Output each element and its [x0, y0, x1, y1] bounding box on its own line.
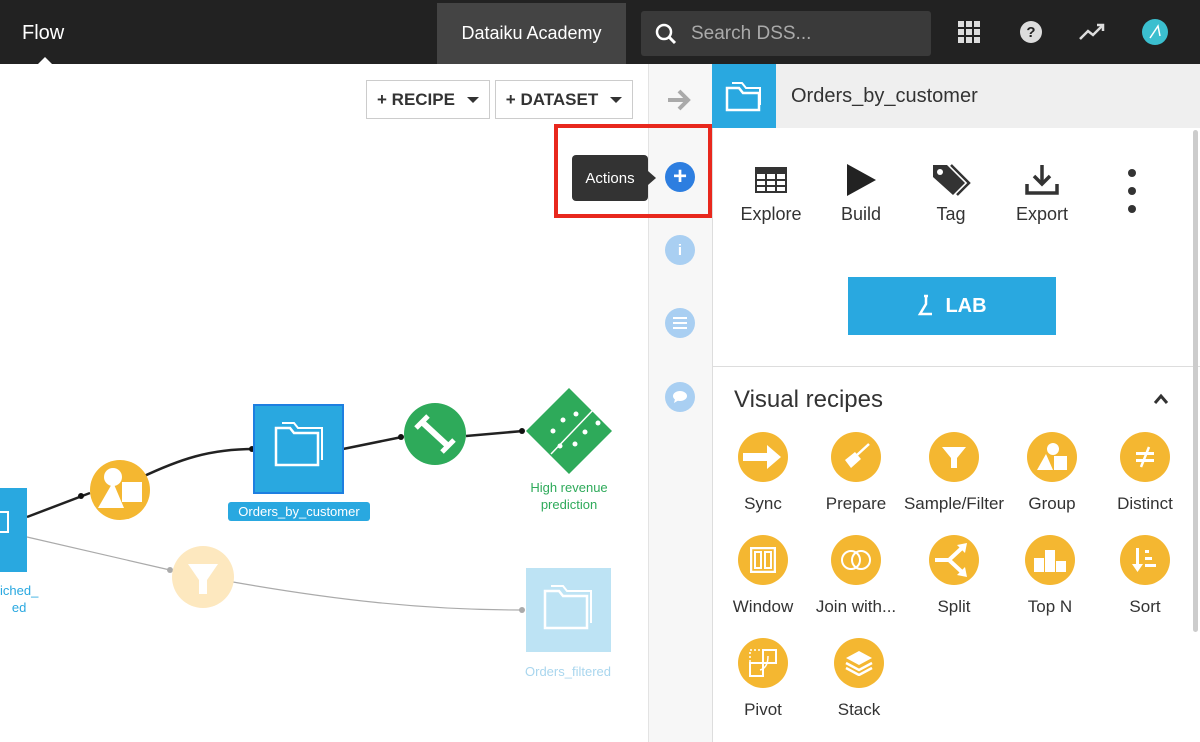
build-button[interactable]: Build	[816, 160, 906, 225]
label-line: iched_	[0, 583, 39, 598]
info-icon[interactable]: i	[665, 235, 695, 265]
label-line: ed	[11, 600, 27, 615]
section-title: Visual recipes	[734, 386, 883, 413]
export-button[interactable]: Export	[997, 160, 1087, 225]
recipe-sample-filter[interactable]: Sample/Filter	[904, 432, 1004, 514]
orders-filtered-label[interactable]: Orders_filtered	[508, 664, 628, 679]
recipe-label: Group	[1028, 494, 1076, 513]
recipe-label: Window	[732, 597, 794, 616]
join-icon	[831, 535, 881, 585]
filter-recipe-node[interactable]	[172, 546, 234, 608]
not-equal-icon	[1120, 432, 1170, 482]
recipe-distinct[interactable]: Distinct	[1095, 432, 1195, 514]
search-placeholder: Search DSS...	[691, 22, 812, 44]
shapes-icon	[1027, 432, 1077, 482]
tag-button[interactable]: Tag	[906, 160, 996, 225]
download-icon	[1025, 160, 1059, 200]
more-options-icon[interactable]	[1120, 168, 1144, 221]
window-icon	[738, 535, 788, 585]
table-icon	[755, 160, 787, 200]
details-list-icon[interactable]	[665, 308, 695, 338]
action-label: Build	[840, 204, 882, 224]
recipe-label: Sync	[744, 494, 782, 513]
split-icon	[929, 535, 979, 585]
panel-scrollbar[interactable]	[1193, 130, 1198, 632]
recipe-group[interactable]: Group	[1002, 432, 1102, 514]
sort-icon	[1120, 535, 1170, 585]
recipe-join[interactable]: Join with...	[806, 535, 906, 617]
recipe-stack[interactable]: Stack	[809, 638, 909, 720]
recipe-sort[interactable]: Sort	[1095, 535, 1195, 617]
tag-icon	[931, 160, 971, 200]
avatar[interactable]	[1141, 18, 1169, 46]
recipe-sync[interactable]: Sync	[713, 432, 813, 514]
orders-by-customer-label[interactable]: Orders_by_customer	[228, 504, 370, 519]
explore-button[interactable]: Explore	[726, 160, 816, 225]
recipe-top-n[interactable]: Top N	[1000, 535, 1100, 617]
dataset-folder-icon	[712, 64, 776, 128]
apps-grid-icon[interactable]	[955, 18, 983, 46]
model-label[interactable]: High revenue prediction	[510, 479, 628, 513]
recipe-label: Sample/Filter	[903, 494, 1005, 513]
activity-icon[interactable]	[1078, 18, 1106, 46]
arrow-right-icon	[738, 432, 788, 482]
label-line: prediction	[540, 497, 598, 512]
broom-icon	[831, 432, 881, 482]
orders-by-customer-node[interactable]	[253, 404, 344, 494]
recipe-pivot[interactable]: Pivot	[713, 638, 813, 720]
funnel-icon	[929, 432, 979, 482]
svg-text:?: ?	[1026, 24, 1035, 41]
tooltip-arrow	[648, 171, 656, 185]
actions-plus-icon[interactable]: +	[665, 162, 695, 192]
layers-icon	[834, 638, 884, 688]
orders-filtered-node[interactable]	[526, 568, 611, 652]
divider	[712, 366, 1200, 367]
panel-title: Orders_by_customer	[791, 85, 978, 107]
action-label: Explore	[740, 204, 802, 224]
recipe-split[interactable]: Split	[904, 535, 1004, 617]
help-icon[interactable]: ?	[1017, 18, 1045, 46]
recipe-label: Distinct	[1117, 494, 1173, 513]
lab-button[interactable]: LAB	[848, 277, 1056, 335]
active-indicator	[38, 57, 52, 64]
podium-icon	[1025, 535, 1075, 585]
recipe-label: Stack	[837, 700, 881, 719]
recipe-window[interactable]: Window	[713, 535, 813, 617]
lab-label: LAB	[945, 294, 987, 317]
collapse-arrow-icon[interactable]	[666, 88, 692, 117]
train-recipe-node[interactable]	[404, 403, 466, 465]
flow-canvas	[0, 388, 612, 652]
chevron-up-icon[interactable]	[1152, 392, 1170, 411]
actions-tooltip: Actions	[572, 155, 648, 201]
page-title[interactable]: Flow	[22, 22, 64, 45]
recipe-label: Join with...	[815, 597, 897, 616]
search-input[interactable]: Search DSS...	[641, 11, 931, 56]
left-dataset-label[interactable]: iched_ed	[0, 582, 38, 616]
play-icon	[845, 160, 877, 200]
recipe-label: Prepare	[825, 494, 887, 513]
action-label: Export	[1015, 204, 1069, 224]
left-dataset-node[interactable]	[0, 488, 27, 572]
project-tab[interactable]: Dataiku Academy	[437, 3, 626, 64]
recipe-label: Sort	[1129, 597, 1161, 616]
pivot-icon	[738, 638, 788, 688]
recipe-label: Top N	[1027, 597, 1073, 616]
recipe-label: Split	[937, 597, 971, 616]
search-icon	[655, 23, 677, 44]
discussion-icon[interactable]	[665, 382, 695, 412]
recipe-label: Pivot	[744, 700, 782, 719]
recipe-prepare[interactable]: Prepare	[806, 432, 906, 514]
flask-icon	[918, 294, 933, 316]
action-label: Tag	[936, 204, 966, 224]
group-recipe-node[interactable]	[90, 460, 150, 520]
label-line: High revenue	[530, 480, 608, 495]
model-node[interactable]	[526, 388, 612, 474]
